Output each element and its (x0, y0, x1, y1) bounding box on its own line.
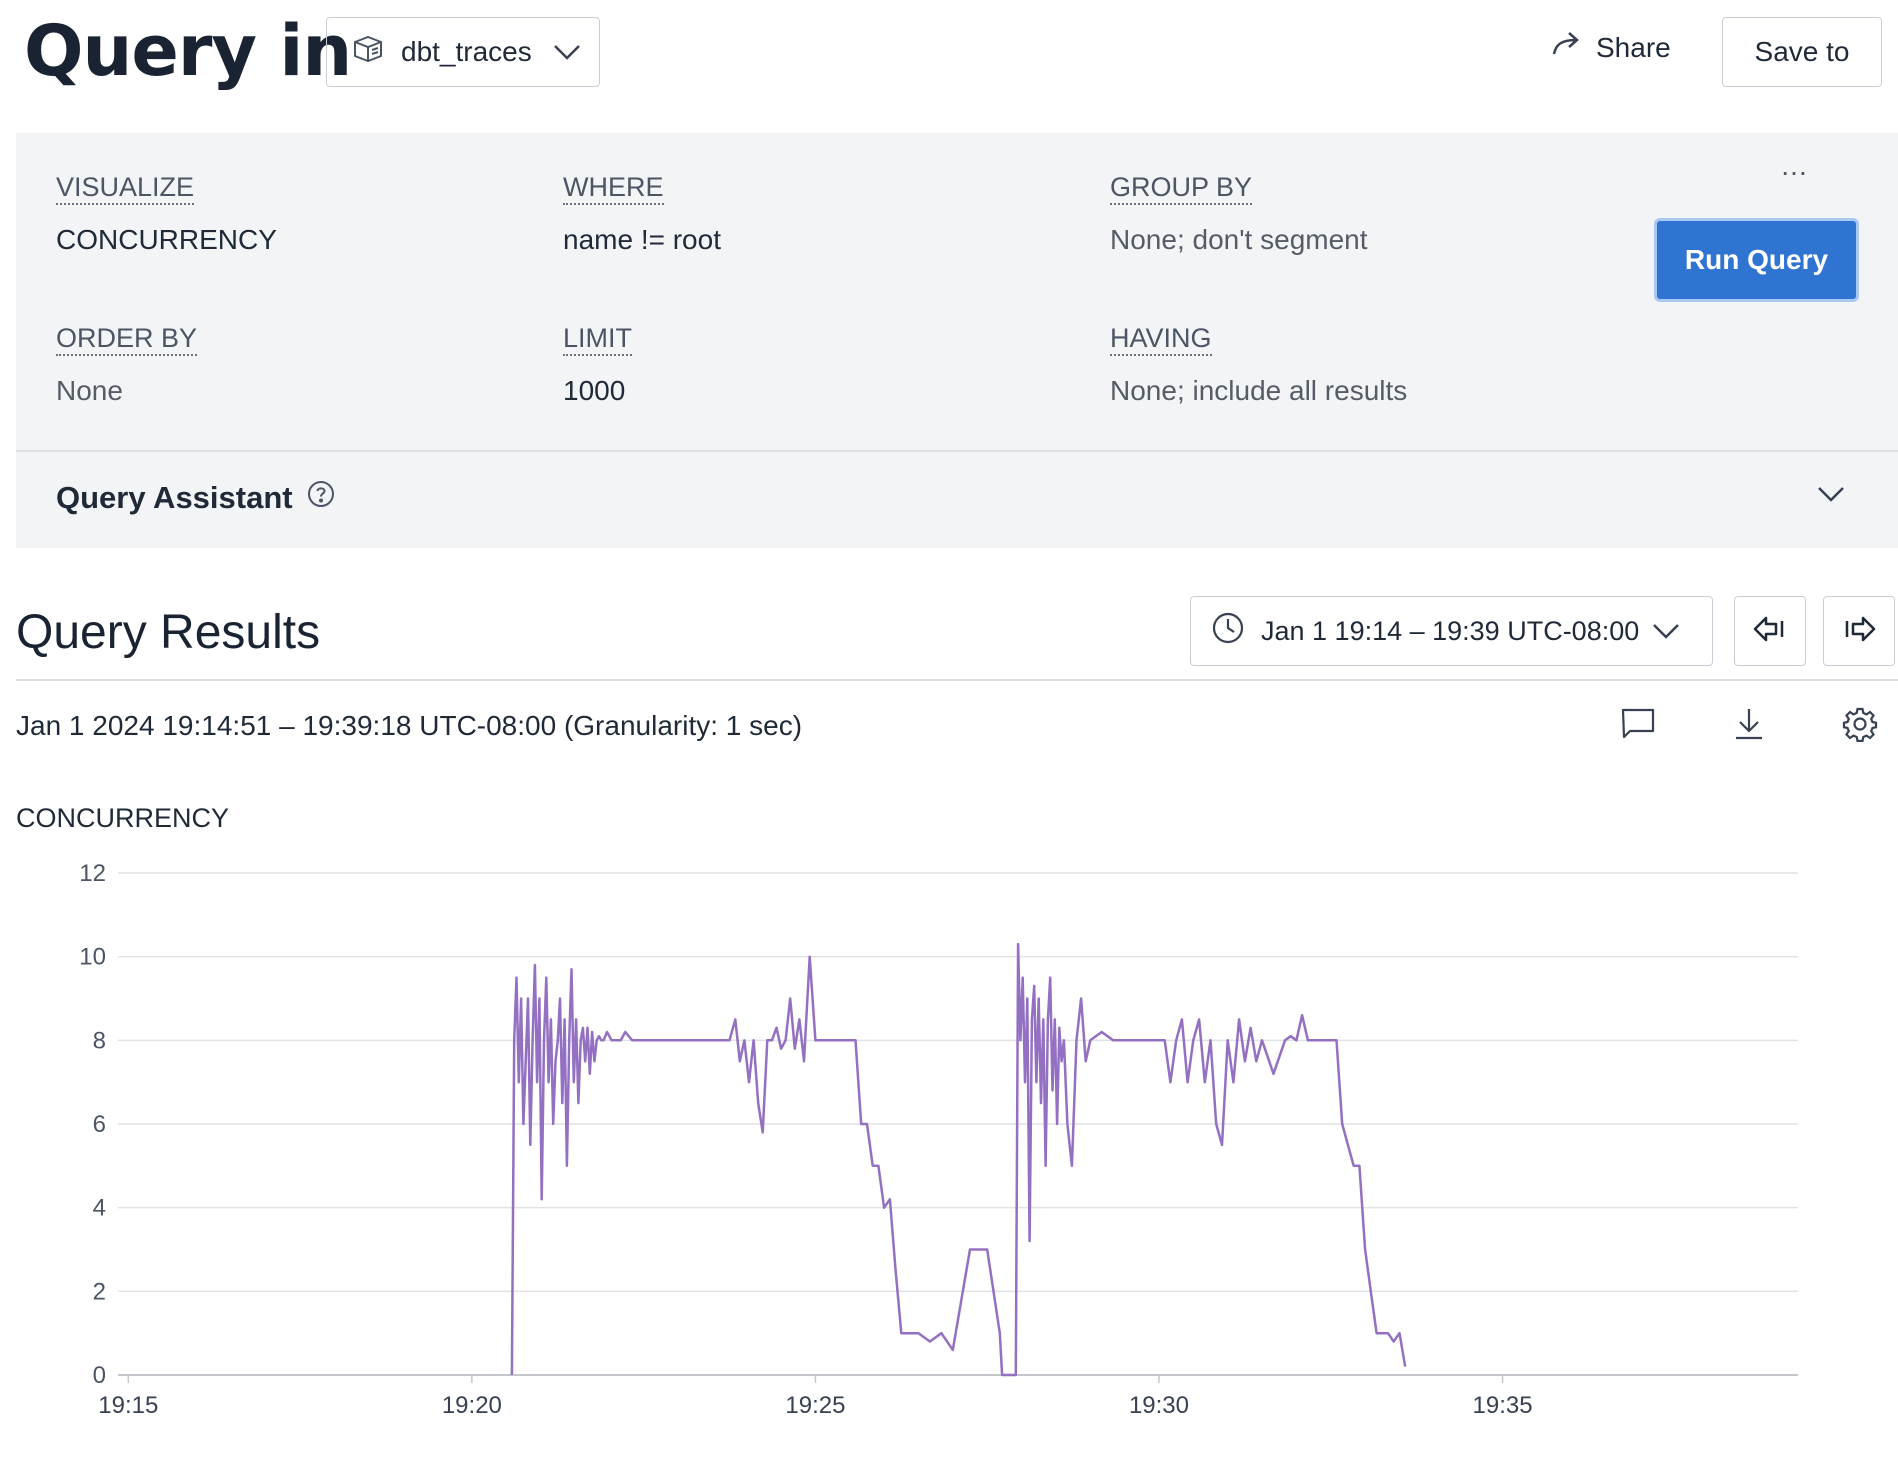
group-by-label: GROUP BY (1110, 172, 1253, 205)
more-options-icon[interactable]: … (1780, 150, 1810, 182)
dataset-name: dbt_traces (401, 36, 532, 67)
y-axis-ticks: 0 2 4 6 8 10 12 (79, 860, 106, 1389)
share-arrow-icon (1550, 30, 1596, 65)
y-tick-label: 4 (93, 1195, 106, 1222)
time-forward-button[interactable] (1823, 596, 1895, 666)
having-value[interactable]: None; include all results (1110, 375, 1407, 407)
time-range-text: Jan 1 19:14 – 19:39 UTC-08:00 (1261, 615, 1640, 646)
order-by-label: ORDER BY (56, 323, 198, 356)
limit-clause[interactable]: LIMIT (563, 323, 633, 356)
dataset-selector[interactable]: dbt_traces (326, 17, 600, 87)
panel-divider (16, 450, 1898, 452)
group-by-value[interactable]: None; don't segment (1110, 224, 1368, 256)
chevron-down-icon (1651, 616, 1681, 647)
chart-grid (118, 872, 1798, 1376)
order-by-clause[interactable]: ORDER BY (56, 323, 198, 356)
chart-title: CONCURRENCY (16, 803, 230, 833)
visualize-label: VISUALIZE (56, 172, 195, 205)
concurrency-chart: 0 2 4 6 8 10 12 19:15 19:20 19:25 19:30 19:35 (79, 860, 1798, 1419)
time-back-icon (1752, 614, 1788, 649)
y-tick-label: 0 (93, 1362, 106, 1389)
group-by-clause[interactable]: GROUP BY (1110, 172, 1253, 205)
chevron-down-icon (552, 36, 582, 68)
query-assistant-toggle[interactable]: Query Assistant (56, 480, 335, 516)
series-line-concurrency (510, 942, 1407, 1377)
clock-icon (1211, 611, 1245, 652)
visualize-value[interactable]: CONCURRENCY (56, 224, 277, 256)
where-label: WHERE (563, 172, 664, 205)
dataset-cube-icon (351, 34, 385, 71)
y-tick-label: 6 (93, 1111, 106, 1138)
results-range-text: Jan 1 2024 19:14:51 – 19:39:18 UTC-08:00… (16, 710, 803, 741)
gear-icon[interactable] (1842, 706, 1878, 747)
where-value[interactable]: name != root (563, 224, 721, 256)
help-circle-icon[interactable] (293, 480, 335, 516)
chevron-down-icon[interactable] (1816, 485, 1846, 508)
save-to-button[interactable]: Save to (1722, 17, 1882, 87)
limit-value[interactable]: 1000 (563, 375, 625, 407)
results-divider (16, 679, 1898, 681)
x-tick-label: 19:25 (785, 1392, 845, 1419)
having-clause[interactable]: HAVING (1110, 323, 1212, 356)
page-title: Query in (24, 10, 352, 92)
limit-label: LIMIT (563, 323, 633, 356)
x-tick-label: 19:35 (1473, 1392, 1533, 1419)
y-tick-label: 10 (79, 944, 106, 971)
order-by-value[interactable]: None (56, 375, 123, 407)
comment-icon[interactable] (1620, 706, 1656, 747)
x-tick-label: 19:20 (442, 1392, 502, 1419)
having-label: HAVING (1110, 323, 1212, 356)
time-forward-icon (1841, 614, 1877, 649)
y-tick-label: 12 (79, 860, 106, 887)
run-query-button[interactable]: Run Query (1654, 218, 1859, 302)
download-icon[interactable] (1731, 706, 1767, 747)
y-tick-label: 2 (93, 1278, 106, 1305)
x-tick-label: 19:15 (98, 1392, 158, 1419)
time-range-picker[interactable]: Jan 1 19:14 – 19:39 UTC-08:00 (1190, 596, 1713, 666)
results-title: Query Results (16, 606, 321, 659)
share-button[interactable]: Share (1550, 30, 1671, 65)
query-assistant-label: Query Assistant (56, 480, 293, 515)
where-clause[interactable]: WHERE (563, 172, 664, 205)
x-tick-label: 19:30 (1129, 1392, 1189, 1419)
time-back-button[interactable] (1734, 596, 1806, 666)
x-axis-ticks: 19:15 19:20 19:25 19:30 19:35 (98, 1375, 1533, 1419)
share-label: Share (1596, 31, 1671, 63)
y-tick-label: 8 (93, 1027, 106, 1054)
visualize-clause[interactable]: VISUALIZE (56, 172, 195, 205)
